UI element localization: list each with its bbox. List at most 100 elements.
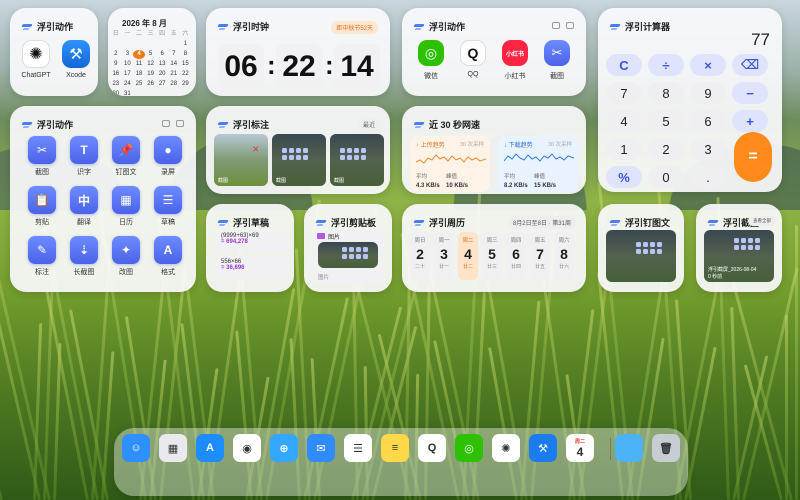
- calculator-key[interactable]: 9: [690, 82, 726, 104]
- week-day[interactable]: 周二 4 廿二: [458, 232, 478, 280]
- calendar-day[interactable]: 5: [145, 50, 157, 59]
- tool-button[interactable]: A 格式: [148, 236, 188, 277]
- annotation-thumb[interactable]: ✕ 截图: [214, 134, 268, 186]
- annotation-thumb[interactable]: 截图: [272, 134, 326, 186]
- tool-button[interactable]: ✦ 改图: [106, 236, 146, 277]
- week-day[interactable]: 周四 6 廿四: [506, 232, 526, 280]
- calendar-day[interactable]: 28: [168, 80, 180, 89]
- calculator-key[interactable]: %: [606, 166, 642, 188]
- week-day[interactable]: 周一 3 廿一: [434, 232, 454, 280]
- app-tile-qq[interactable]: Q QQ: [456, 40, 490, 78]
- calendar-day[interactable]: 3: [122, 50, 134, 59]
- widget-actions-small[interactable]: 浮引动作 ✺ ChatGPT ⚒ Xcode: [10, 8, 98, 96]
- widget-screenshot[interactable]: 浮引截图 查看全部 浮引截屏_2026-08-04 0 秒前: [696, 204, 782, 292]
- draft-item[interactable]: (9999+63)×69 = 694,278: [216, 230, 290, 252]
- app-tile-wechat[interactable]: ◎ 微信: [414, 40, 448, 81]
- tool-button[interactable]: T 识字: [64, 136, 104, 177]
- calculator-key[interactable]: +: [732, 110, 768, 132]
- week-day[interactable]: 周三 5 廿三: [482, 232, 502, 280]
- tool-button[interactable]: 中翻译: [64, 186, 104, 227]
- calculator-key[interactable]: 6: [690, 110, 726, 132]
- wechat-icon[interactable]: ◎: [455, 434, 483, 462]
- calendar-day[interactable]: 7: [168, 50, 180, 59]
- calculator-key[interactable]: ×: [690, 54, 726, 76]
- week-day[interactable]: 周日 2 二十: [410, 232, 430, 280]
- app-tile-xcode[interactable]: ⚒ Xcode: [60, 40, 92, 79]
- xcode-icon[interactable]: ⚒: [529, 434, 557, 462]
- qq-icon[interactable]: Q: [418, 434, 446, 462]
- calendar-day[interactable]: 13: [156, 60, 168, 69]
- calendar-day[interactable]: 17: [122, 70, 134, 79]
- calendar-day[interactable]: 11: [133, 60, 145, 69]
- keyboard-icon[interactable]: [162, 120, 170, 127]
- clipboard-item[interactable]: 图片 图片: [312, 230, 384, 284]
- calculator-key[interactable]: 4: [606, 110, 642, 132]
- calendar-day[interactable]: 16: [110, 70, 122, 79]
- calendar-day[interactable]: 2: [110, 50, 122, 59]
- calendar-day[interactable]: 15: [180, 60, 192, 69]
- tool-button[interactable]: ☰ 草稿: [148, 186, 188, 227]
- widget-drafts[interactable]: 浮引草稿 (9999+63)×69 = 694,278 556×66 = 36,…: [206, 204, 294, 292]
- widget-clipboard[interactable]: 浮引剪贴板 图片 图片: [304, 204, 392, 292]
- calendar-day[interactable]: 10: [122, 60, 134, 69]
- week-day[interactable]: 周六 8 廿六: [554, 232, 574, 280]
- grid-icon[interactable]: [176, 120, 184, 127]
- calendar-day[interactable]: 19: [145, 70, 157, 79]
- calculator-key[interactable]: ÷: [648, 54, 684, 76]
- calendar-day[interactable]: 8: [180, 50, 192, 59]
- widget-week-calendar[interactable]: 浮引周历 8月2日至8日 · 第31周 周日 2 二十 周一 3 廿一 周二 4 廿二 周三 5 廿三…: [402, 204, 586, 292]
- launchpad-icon[interactable]: ▦: [159, 434, 187, 462]
- calendar-day[interactable]: 30: [110, 90, 122, 96]
- tool-button[interactable]: 📋 剪贴: [22, 186, 62, 227]
- calendar-day[interactable]: 12: [145, 60, 157, 69]
- finder-icon[interactable]: ☺: [122, 434, 150, 462]
- calendar-day[interactable]: 14: [168, 60, 180, 69]
- calendar-day[interactable]: 20: [156, 70, 168, 79]
- mail-icon[interactable]: ✉: [307, 434, 335, 462]
- safari-icon[interactable]: ⊕: [270, 434, 298, 462]
- app-store-icon[interactable]: A: [196, 434, 224, 462]
- widget-tools[interactable]: 浮引动作 ✂ 截图 T 识字 📌 钉图文 ● 录屏 📋 剪贴 中翻译 ▦ 日历 ☰ 草稿 ✎ 标注 ⇣ 长截图 ✦ 改图…: [10, 106, 196, 292]
- calculator-key[interactable]: −: [732, 82, 768, 104]
- widget-pin[interactable]: 浮引钉图文: [598, 204, 684, 292]
- calendar-day[interactable]: 1: [180, 40, 192, 49]
- chatgpt-icon[interactable]: ✺: [492, 434, 520, 462]
- pinned-image-preview[interactable]: [606, 230, 676, 282]
- widget-calculator[interactable]: 浮引计算器 77 C ÷ × ⌫ 7 8 9− 4 5 6 +1 2 3 =% 0.: [598, 8, 782, 192]
- calendar-day[interactable]: 21: [168, 70, 180, 79]
- draft-item[interactable]: 556×66 = 36,696: [216, 256, 290, 278]
- tool-button[interactable]: ⇣ 长截图: [64, 236, 104, 277]
- calendar-day[interactable]: 26: [145, 80, 157, 89]
- chrome-icon[interactable]: ◉: [233, 434, 261, 462]
- widget-network-speed[interactable]: 近 30 秒网速 ↑ 上传趋势 30 次采样 平均 峰值 4.3 KB/s 10…: [402, 106, 586, 194]
- calculator-key[interactable]: .: [690, 166, 726, 188]
- app-tile-screenshot[interactable]: ✂ 截图: [540, 40, 574, 81]
- calculator-key[interactable]: 2: [648, 138, 684, 160]
- calendar-day[interactable]: 4: [133, 50, 145, 59]
- notes-icon[interactable]: ≡: [381, 434, 409, 462]
- calculator-key[interactable]: 7: [606, 82, 642, 104]
- tool-button[interactable]: ▦ 日历: [106, 186, 146, 227]
- view-all-button[interactable]: 查看全部: [748, 216, 776, 226]
- calendar-day[interactable]: 9: [110, 60, 122, 69]
- widget-annotate[interactable]: 浮引标注 最近 ✕ 截图 截图 截图: [206, 106, 390, 194]
- calendar-day[interactable]: 29: [180, 80, 192, 89]
- widget-actions-apps[interactable]: 浮引动作 ◎ 微信 Q QQ 小红书 小红书 ✂ 截图: [402, 8, 586, 96]
- calculator-key[interactable]: 5: [648, 110, 684, 132]
- calendar-icon[interactable]: 4 周二: [566, 434, 594, 462]
- calculator-key[interactable]: =: [734, 132, 772, 182]
- widget-month-calendar[interactable]: 2026 年 8 月 日一二三四五六 1 2 3 4 5 6 7 8 9 10 11 12 13 14 15 1…: [108, 8, 196, 96]
- calendar-day[interactable]: 6: [156, 50, 168, 59]
- calendar-day[interactable]: 25: [133, 80, 145, 89]
- reminders-icon[interactable]: ☰: [344, 434, 372, 462]
- calendar-day[interactable]: 22: [180, 70, 192, 79]
- screenshot-preview[interactable]: 浮引截屏_2026-08-04 0 秒前: [704, 230, 774, 282]
- app-tile-chatgpt[interactable]: ✺ ChatGPT: [20, 40, 52, 79]
- calculator-key[interactable]: 8: [648, 82, 684, 104]
- app-tile-xiaohongshu[interactable]: 小红书 小红书: [498, 40, 532, 81]
- week-day[interactable]: 周五 7 廿五: [530, 232, 550, 280]
- trash-icon[interactable]: 🗑: [652, 434, 680, 462]
- calendar-day[interactable]: 23: [110, 80, 122, 89]
- calendar-day[interactable]: 24: [122, 80, 134, 89]
- folder-icon[interactable]: [615, 434, 643, 462]
